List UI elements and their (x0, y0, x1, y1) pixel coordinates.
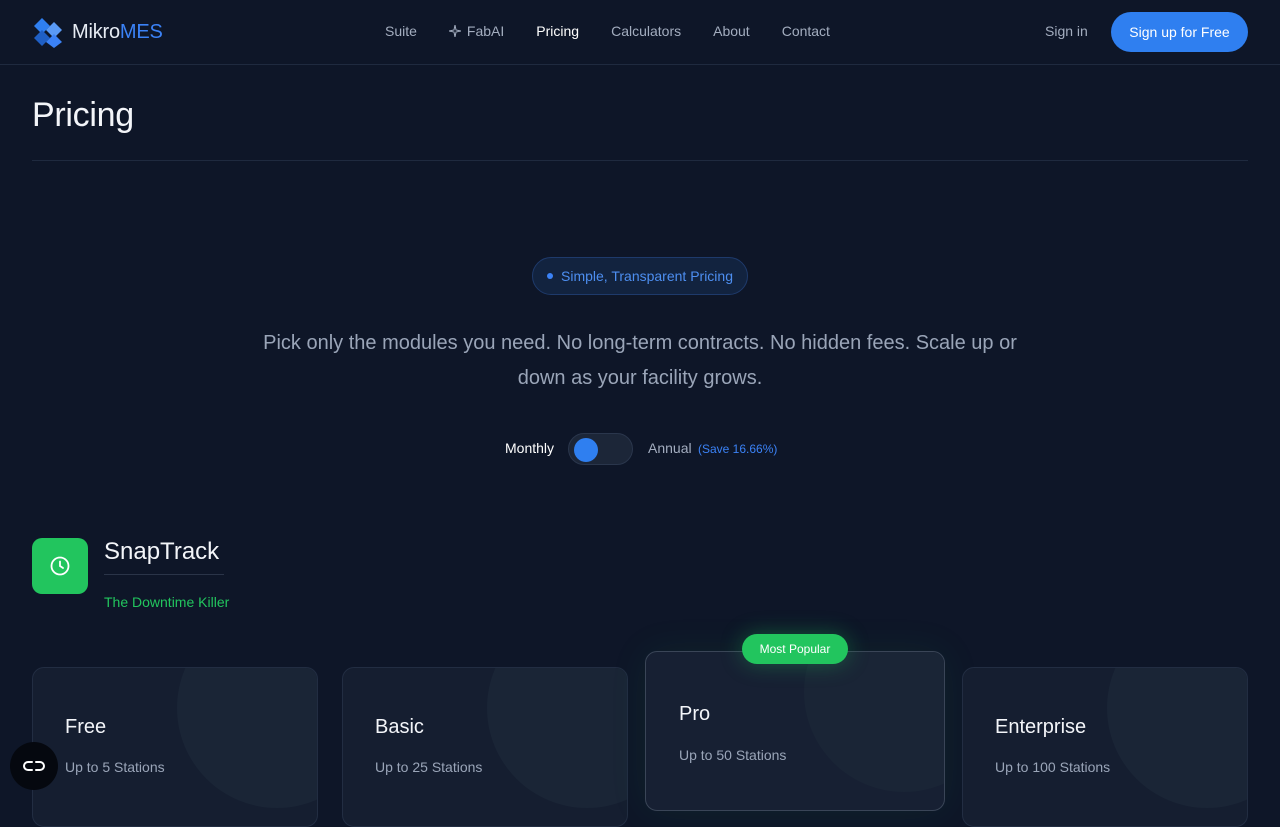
dot-icon (547, 273, 554, 279)
sign-in-link[interactable]: Sign in (1045, 23, 1088, 39)
monthly-label[interactable]: Monthly (505, 440, 554, 456)
divider (32, 160, 1248, 161)
plan-stations: Up to 5 Stations (65, 759, 165, 775)
logo-text: MikroMES (72, 20, 163, 43)
nav-pricing[interactable]: Pricing (536, 23, 579, 39)
plan-card-basic: Basic Up to 25 Stations (342, 667, 628, 827)
floating-widget-button[interactable] (10, 742, 58, 790)
toggle-knob (574, 438, 598, 462)
card-decoration (1107, 668, 1247, 808)
card-decoration (177, 668, 317, 808)
nav-fabai[interactable]: FabAI (448, 23, 504, 39)
plan-stations: Up to 50 Stations (679, 747, 787, 763)
pill-label: Simple, Transparent Pricing (561, 268, 733, 284)
sparkle-icon (448, 25, 461, 37)
main-nav: Suite FabAI Pricing Calculators About Co… (385, 23, 830, 39)
top-navbar: MikroMES Suite FabAI Pricing Calculators… (0, 0, 1280, 65)
infinity-link-icon (23, 761, 45, 771)
logo-icon (34, 18, 62, 48)
plan-stations: Up to 100 Stations (995, 759, 1111, 775)
billing-toggle-switch[interactable] (568, 433, 633, 465)
product-divider (104, 574, 224, 575)
plan-card-pro: Pro Up to 50 Stations (645, 651, 945, 811)
sign-up-button[interactable]: Sign up for Free (1111, 12, 1248, 52)
nav-contact[interactable]: Contact (782, 23, 830, 39)
billing-toggle-group: Monthly Annual (Save 16.66%) (0, 433, 1280, 465)
product-tagline: The Downtime Killer (104, 594, 230, 610)
plan-name: Free (65, 716, 107, 738)
nav-calculators[interactable]: Calculators (611, 23, 681, 39)
plan-name: Enterprise (995, 716, 1087, 738)
lead-text: Pick only the modules you need. No long-… (263, 332, 1017, 389)
nav-about[interactable]: About (713, 23, 750, 39)
pricing-pill-badge: Simple, Transparent Pricing (532, 257, 748, 295)
plan-card-free: Free Up to 5 Stations (32, 667, 318, 827)
annual-savings-label: (Save 16.66%) (698, 442, 778, 456)
clock-icon (50, 556, 70, 576)
plan-name: Pro (679, 703, 711, 725)
card-decoration (487, 668, 627, 808)
logo[interactable]: MikroMES (32, 16, 163, 48)
plan-stations: Up to 25 Stations (375, 759, 483, 775)
product-name: SnapTrack (104, 538, 220, 565)
plan-name: Basic (375, 716, 424, 738)
card-decoration (804, 652, 944, 792)
snaptrack-product-icon (32, 538, 88, 594)
nav-suite[interactable]: Suite (385, 23, 417, 39)
page-title: Pricing (32, 96, 134, 134)
plan-card-enterprise: Enterprise Up to 100 Stations (962, 667, 1248, 827)
most-popular-badge: Most Popular (742, 634, 848, 664)
annual-label[interactable]: Annual (648, 440, 692, 456)
